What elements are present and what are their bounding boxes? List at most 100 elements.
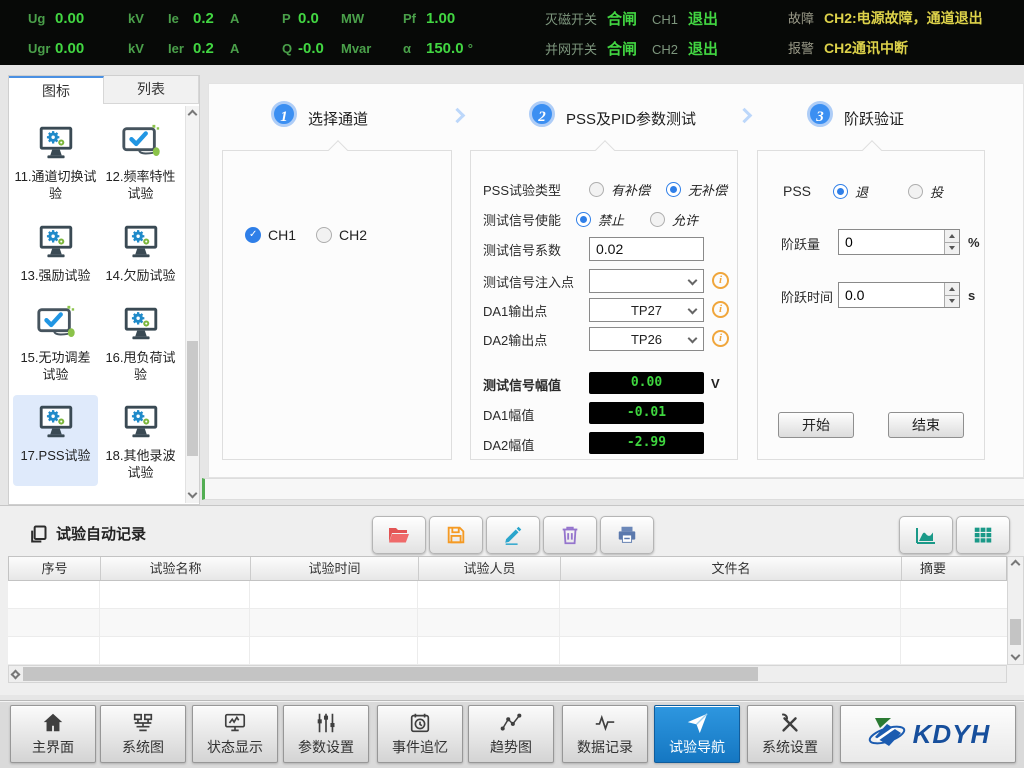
sidebar-item-load-rejection-test[interactable]: 16.甩负荷试验 <box>98 297 183 388</box>
pss-off-radio[interactable] <box>833 184 848 199</box>
step-time-stepper[interactable] <box>838 282 960 308</box>
status-monitor-icon <box>223 711 247 735</box>
table-row <box>8 609 1007 637</box>
nav-system-diagram[interactable]: 系统图 <box>100 705 186 763</box>
table-horizontal-scrollbar[interactable] <box>8 665 1007 683</box>
end-button[interactable]: 结束 <box>888 412 964 438</box>
scroll-down-icon[interactable] <box>1012 652 1020 660</box>
step-1-badge: 1 <box>271 101 297 127</box>
spin-down-icon[interactable] <box>944 296 959 308</box>
spin-up-icon[interactable] <box>944 230 959 243</box>
table-vertical-scrollbar[interactable] <box>1007 556 1024 665</box>
delete-record-button[interactable] <box>543 516 597 554</box>
nav-parameter-settings[interactable]: 参数设置 <box>283 705 369 763</box>
nav-trend-chart[interactable]: 趋势图 <box>468 705 554 763</box>
record-table: 序号 试验名称 试验时间 试验人员 文件名 摘要 <box>8 556 1007 665</box>
sidebar-item-overexcitation-test[interactable]: 13.强励试验 <box>13 215 98 289</box>
column-header[interactable]: 试验人员 <box>419 557 561 580</box>
nav-data-record[interactable]: 数据记录 <box>562 705 648 763</box>
allow-radio[interactable] <box>650 212 665 227</box>
kdyh-logo-icon <box>866 715 908 753</box>
nav-event-recall[interactable]: 事件追忆 <box>377 705 463 763</box>
spin-down-icon[interactable] <box>944 243 959 255</box>
meas-value: 150.0 ° <box>426 40 516 57</box>
column-header[interactable]: 文件名 <box>561 557 902 580</box>
scroll-up-icon[interactable] <box>189 111 197 119</box>
scroll-down-icon[interactable] <box>189 490 197 498</box>
pss-off-radio-label: 退 <box>855 182 868 201</box>
sidebar-item-label: 11.通道切换试验 <box>14 169 97 203</box>
sidebar-scrollbar[interactable] <box>185 106 199 503</box>
step-verify-panel: PSS 退 投 阶跃量 % 阶跃时间 s 开始 结束 <box>757 150 985 460</box>
step-2-badge: 2 <box>529 101 555 127</box>
meas-unit: Mvar <box>341 41 403 56</box>
view-chart-button[interactable] <box>899 516 953 554</box>
da1-out-dropdown[interactable]: TP27 <box>589 298 704 322</box>
meas-value: 1.00 <box>426 10 516 27</box>
step-2-label: PSS及PID参数测试 <box>566 108 696 129</box>
sidebar-item-pss-test[interactable]: 17.PSS试验 <box>13 395 98 486</box>
column-header[interactable]: 试验时间 <box>251 557 419 580</box>
scrollbar-thumb[interactable] <box>23 667 758 681</box>
da1-out-info-icon[interactable] <box>712 301 729 318</box>
meas-value: 0.2 <box>193 10 230 27</box>
da2-out-dropdown[interactable]: TP26 <box>589 327 704 351</box>
ch1-status: CH1退出 <box>652 8 718 29</box>
pss-on-radio[interactable] <box>908 184 923 199</box>
table-row <box>8 581 1007 609</box>
step-time-unit: s <box>968 288 975 303</box>
forbid-radio[interactable] <box>576 212 591 227</box>
scrollbar-thumb[interactable] <box>187 341 198 456</box>
ch2-radio[interactable] <box>316 227 332 243</box>
da2-out-info-icon[interactable] <box>712 330 729 347</box>
table-row <box>8 637 1007 665</box>
meas-unit: MW <box>341 11 403 26</box>
inject-point-dropdown[interactable] <box>589 269 704 293</box>
step-amount-stepper[interactable] <box>838 229 960 255</box>
scroll-right-icon[interactable] <box>12 671 20 679</box>
start-button[interactable]: 开始 <box>778 412 854 438</box>
print-record-button[interactable] <box>600 516 654 554</box>
open-record-button[interactable] <box>372 516 426 554</box>
step-amount-input[interactable] <box>838 229 960 255</box>
column-header[interactable]: 摘要 <box>902 557 1006 580</box>
sidebar-item-label: 16.甩负荷试验 <box>99 350 182 384</box>
sidebar-item-reactive-droop-test[interactable]: 15.无功调差试验 <box>13 297 98 388</box>
sidebar-item-channel-switch-test[interactable]: 11.通道切换试验 <box>13 116 98 207</box>
nav-test-navigation[interactable]: 试验导航 <box>654 705 740 763</box>
tab-icon-view[interactable]: 图标 <box>9 76 104 104</box>
signal-enable-label: 测试信号使能 <box>483 210 561 229</box>
nav-status-display[interactable]: 状态显示 <box>192 705 278 763</box>
column-header[interactable]: 序号 <box>9 557 101 580</box>
sidebar-item-frequency-test[interactable]: 12.频率特性试验 <box>98 116 183 207</box>
sidebar-item-underexcitation-test[interactable]: 14.欠励试验 <box>98 215 183 289</box>
open-folder-icon <box>387 523 411 547</box>
compensated-radio[interactable] <box>589 182 604 197</box>
scrollbar-thumb[interactable] <box>1010 619 1021 645</box>
grid-switch-status: 并网开关合闸 <box>545 38 637 59</box>
inject-point-info-icon[interactable] <box>712 272 729 289</box>
event-calendar-icon <box>408 711 432 735</box>
ch1-radio[interactable] <box>245 227 261 243</box>
meas-value: -0.0 <box>298 40 341 57</box>
view-table-button[interactable] <box>956 516 1010 554</box>
bottom-nav-bar: 主界面 系统图 状态显示 参数设置 事件追忆 趋势图 <box>0 700 1024 768</box>
pss-test-type-label: PSS试验类型 <box>483 180 561 199</box>
inject-point-label: 测试信号注入点 <box>483 272 574 291</box>
nav-main-screen[interactable]: 主界面 <box>10 705 96 763</box>
spin-up-icon[interactable] <box>944 283 959 296</box>
edit-record-button[interactable] <box>486 516 540 554</box>
sidebar-item-other-recording-test[interactable]: 18.其他录波试验 <box>98 395 183 486</box>
column-header[interactable]: 试验名称 <box>101 557 251 580</box>
uncompensated-radio[interactable] <box>666 182 681 197</box>
step-1-label: 选择通道 <box>308 108 368 129</box>
step-time-input[interactable] <box>838 282 960 308</box>
pss-on-radio-label: 投 <box>930 182 943 201</box>
pss-parameter-panel: PSS试验类型 有补偿 无补偿 测试信号使能 禁止 允许 测试信号系数 测试信号… <box>470 150 738 460</box>
meas-value: 0.00 <box>55 10 128 27</box>
nav-system-settings[interactable]: 系统设置 <box>747 705 833 763</box>
signal-coef-input[interactable] <box>589 237 704 261</box>
tab-list-view[interactable]: 列表 <box>104 76 199 104</box>
scroll-up-icon[interactable] <box>1012 561 1020 569</box>
save-record-button[interactable] <box>429 516 483 554</box>
